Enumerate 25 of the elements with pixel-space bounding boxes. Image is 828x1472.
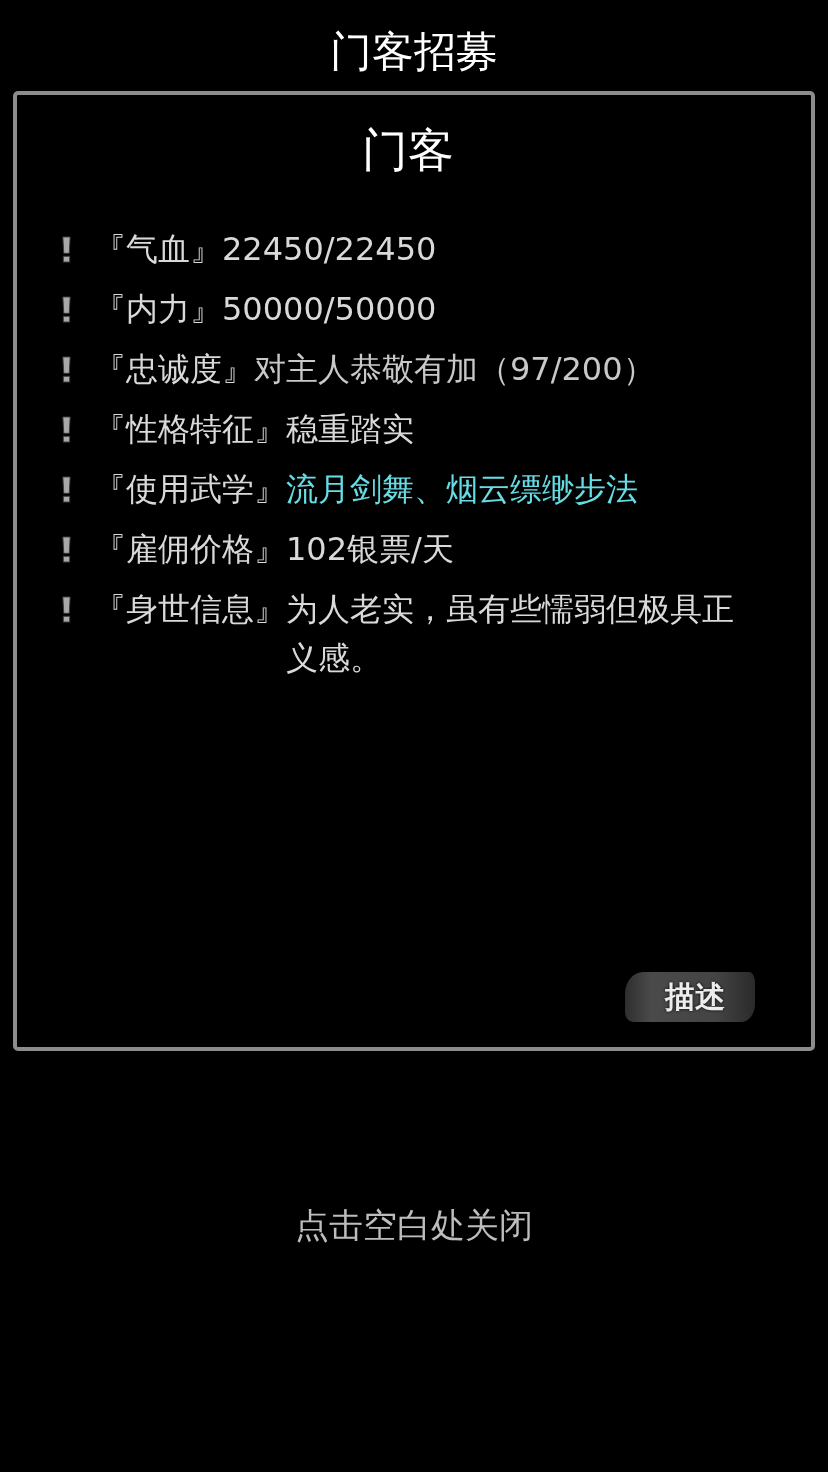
exclamation-icon: [61, 536, 72, 563]
dialog-title: 门客: [362, 122, 454, 178]
stat-value: 22450/22450: [222, 229, 438, 270]
close-hint[interactable]: 点击空白处关闭: [295, 1201, 533, 1249]
stat-label: 『忠诚度』: [94, 349, 254, 390]
stat-value: 50000/50000: [222, 289, 438, 330]
stat-label: 『性格特征』: [94, 409, 286, 450]
exclamation-icon: [61, 236, 72, 263]
exclamation-icon: [61, 296, 72, 323]
exclamation-icon: [61, 476, 72, 503]
stat-label: 『内力』: [94, 289, 222, 330]
exclamation-icon: [61, 596, 72, 623]
stat-label: 『气血』: [94, 229, 222, 270]
exclamation-icon: [61, 356, 72, 383]
stat-value: 流月剑舞、烟云缥缈步法: [286, 469, 639, 510]
stat-value: 对主人恭敬有加（97/200）: [254, 349, 656, 390]
stat-value: 稳重踏实: [286, 409, 415, 450]
stat-value: 102银票/天: [286, 529, 455, 570]
exclamation-icon: [61, 416, 72, 443]
stat-label: 『身世信息』: [94, 589, 286, 630]
stat-label: 『使用武学』: [94, 469, 286, 510]
stat-label: 『雇佣价格』: [94, 529, 286, 570]
screen-title: 门客招募: [330, 26, 498, 78]
describe-button[interactable]: 描述: [625, 972, 755, 1022]
stat-value: 为人老实，虽有些懦弱但极具正义感。: [286, 589, 735, 679]
